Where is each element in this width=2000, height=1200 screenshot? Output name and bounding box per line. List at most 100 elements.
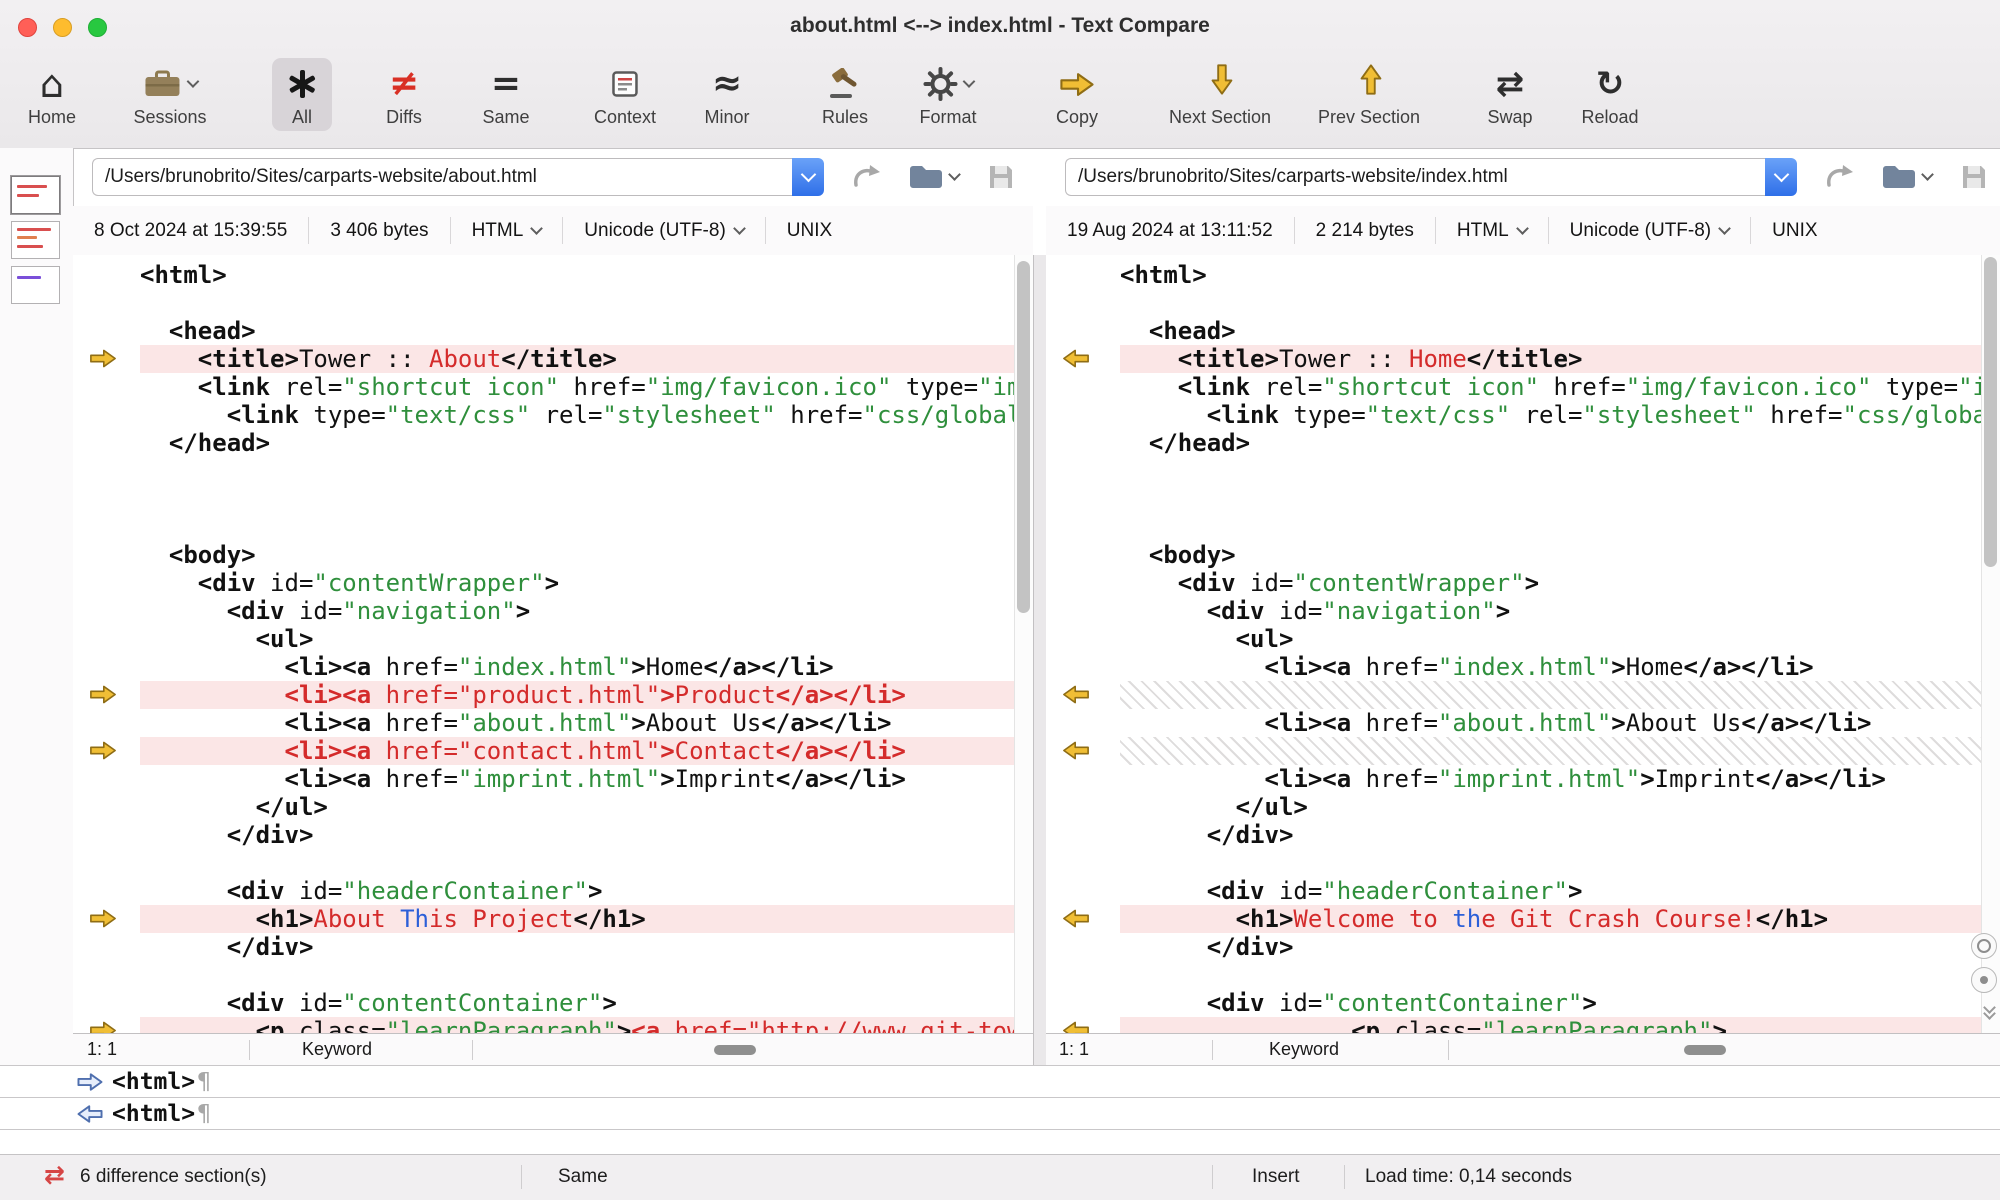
code-line[interactable]: <h1>About This Project</h1> [140,905,1033,933]
code-line[interactable]: <link type="text/css" rel="stylesheet" h… [140,401,1033,429]
diff-section-arrow[interactable] [1061,1020,1091,1033]
code-line[interactable]: <link rel="shortcut icon" href="img/favi… [1120,373,2000,401]
close-button[interactable] [18,18,37,37]
code-line[interactable] [1120,849,2000,877]
zoom-button[interactable] [88,18,107,37]
scroll-to-end-button[interactable] [1985,1003,1994,1015]
right-code-editor[interactable]: <html> <head> <title>Tower :: Home</titl… [1120,255,2000,1033]
code-line[interactable]: <p class="learnParagraph"> [1120,1017,2000,1033]
code-line[interactable]: <li><a href="index.html">Home</a></li> [1120,653,2000,681]
code-line[interactable]: <head> [140,317,1033,345]
right-format-dropdown[interactable]: HTML [1436,220,1548,242]
code-line[interactable] [1120,485,2000,513]
minimize-button[interactable] [53,18,72,37]
toolbar-prev-section-button[interactable]: Prev Section [1304,58,1434,131]
right-encoding-dropdown[interactable]: Unicode (UTF-8) [1549,220,1750,242]
toolbar-context-button[interactable]: Context [580,58,670,131]
code-line[interactable]: <div id="contentContainer"> [1120,989,2000,1017]
code-line[interactable] [1120,289,2000,317]
right-scrollbar-thumb[interactable] [1984,257,1997,567]
left-h-scrollbar-thumb[interactable] [714,1045,756,1055]
code-line[interactable] [140,961,1033,989]
code-line[interactable]: </ul> [1120,793,2000,821]
diff-section-arrow[interactable] [88,908,118,929]
toolbar-same-button[interactable]: =Same [468,58,543,131]
code-line[interactable] [140,457,1033,485]
code-line[interactable]: <li><a href="contact.html">Contact</a></… [140,737,1033,765]
code-line[interactable]: <li><a href="imprint.html">Imprint</a></… [1120,765,2000,793]
code-line[interactable]: </ul> [140,793,1033,821]
diff-section-arrow[interactable] [88,740,118,761]
code-line[interactable]: <li><a href="index.html">Home</a></li> [140,653,1033,681]
right-vertical-scrollbar[interactable] [1981,255,2000,1033]
diff-section-arrow[interactable] [88,684,118,705]
code-line[interactable] [140,849,1033,877]
code-line[interactable] [140,289,1033,317]
left-path-dropdown-button[interactable] [792,158,824,196]
diff-section-arrow[interactable] [1061,348,1091,369]
code-line[interactable]: </div> [1120,821,2000,849]
diff-section-arrow[interactable] [88,1020,118,1033]
locate-difference-button[interactable] [1971,967,1997,993]
left-folder-icon[interactable] [908,163,959,191]
toolbar-rules-button[interactable]: Rules [808,58,882,131]
code-line[interactable]: <div id="contentWrapper"> [140,569,1033,597]
missing-line-row[interactable] [1120,681,2000,709]
code-line[interactable]: </div> [140,821,1033,849]
code-line[interactable]: <body> [1120,541,2000,569]
right-path-dropdown-button[interactable] [1765,158,1797,196]
toolbar-reload-button[interactable]: ↻Reload [1567,58,1652,131]
code-line[interactable] [140,485,1033,513]
code-line[interactable]: <li><a href="about.html">About Us</a></l… [140,709,1033,737]
code-line[interactable]: <link type="text/css" rel="stylesheet" h… [1120,401,2000,429]
code-line[interactable]: <title>Tower :: Home</title> [1120,345,2000,373]
code-line[interactable]: <div id="headerContainer"> [140,877,1033,905]
toolbar-sessions-button[interactable]: Sessions [119,58,220,131]
diff-section-arrow[interactable] [1061,908,1091,929]
code-line[interactable]: <ul> [1120,625,2000,653]
right-h-scrollbar-thumb[interactable] [1684,1045,1726,1055]
toolbar-format-button[interactable]: Format [905,58,990,131]
code-line[interactable]: <title>Tower :: About</title> [140,345,1033,373]
right-folder-icon[interactable] [1881,163,1932,191]
code-line[interactable]: <ul> [140,625,1033,653]
right-history-icon[interactable] [1824,163,1854,191]
toolbar-minor-button[interactable]: ≈Minor [690,58,763,131]
code-line[interactable] [1120,513,2000,541]
right-save-icon[interactable] [1959,162,1989,192]
diff-section-arrow[interactable] [88,348,118,369]
toolbar-all-button[interactable]: All [272,58,332,131]
code-line[interactable]: <li><a href="imprint.html">Imprint</a></… [140,765,1033,793]
diff-section-arrow[interactable] [1061,684,1091,705]
left-scrollbar-thumb[interactable] [1017,261,1030,613]
code-line[interactable]: </div> [1120,933,2000,961]
code-line[interactable]: <p class="learnParagraph"><a href="http:… [140,1017,1033,1033]
overview-page-thumbnail[interactable] [11,266,60,304]
left-vertical-scrollbar[interactable] [1014,255,1033,1033]
right-file-path-input[interactable] [1065,158,1765,196]
code-line[interactable]: <div id="contentContainer"> [140,989,1033,1017]
code-line[interactable]: <html> [1120,261,2000,289]
right-code-pane[interactable]: <html> <head> <title>Tower :: Home</titl… [1046,255,2000,1033]
left-code-editor[interactable]: <html> <head> <title>Tower :: About</tit… [140,255,1033,1033]
code-line[interactable]: <body> [140,541,1033,569]
code-line[interactable]: <div id="contentWrapper"> [1120,569,2000,597]
code-line[interactable] [140,513,1033,541]
code-line[interactable]: </head> [1120,429,2000,457]
code-line[interactable]: </head> [140,429,1033,457]
left-save-icon[interactable] [986,162,1016,192]
left-format-dropdown[interactable]: HTML [451,220,563,242]
code-line[interactable]: </div> [140,933,1033,961]
code-line[interactable]: <link rel="shortcut icon" href="img/favi… [140,373,1033,401]
code-line[interactable]: <head> [1120,317,2000,345]
code-line[interactable] [1120,961,2000,989]
overview-page-thumbnail[interactable] [11,176,60,214]
toolbar-next-section-button[interactable]: Next Section [1155,58,1285,131]
code-line[interactable]: <div id="headerContainer"> [1120,877,2000,905]
toolbar-home-button[interactable]: ⌂Home [14,58,90,131]
code-line[interactable]: <div id="navigation"> [1120,597,2000,625]
toolbar-diffs-button[interactable]: ≠Diffs [372,58,436,131]
code-line[interactable]: <html> [140,261,1033,289]
missing-line-row[interactable] [1120,737,2000,765]
left-file-path-input[interactable] [92,158,792,196]
